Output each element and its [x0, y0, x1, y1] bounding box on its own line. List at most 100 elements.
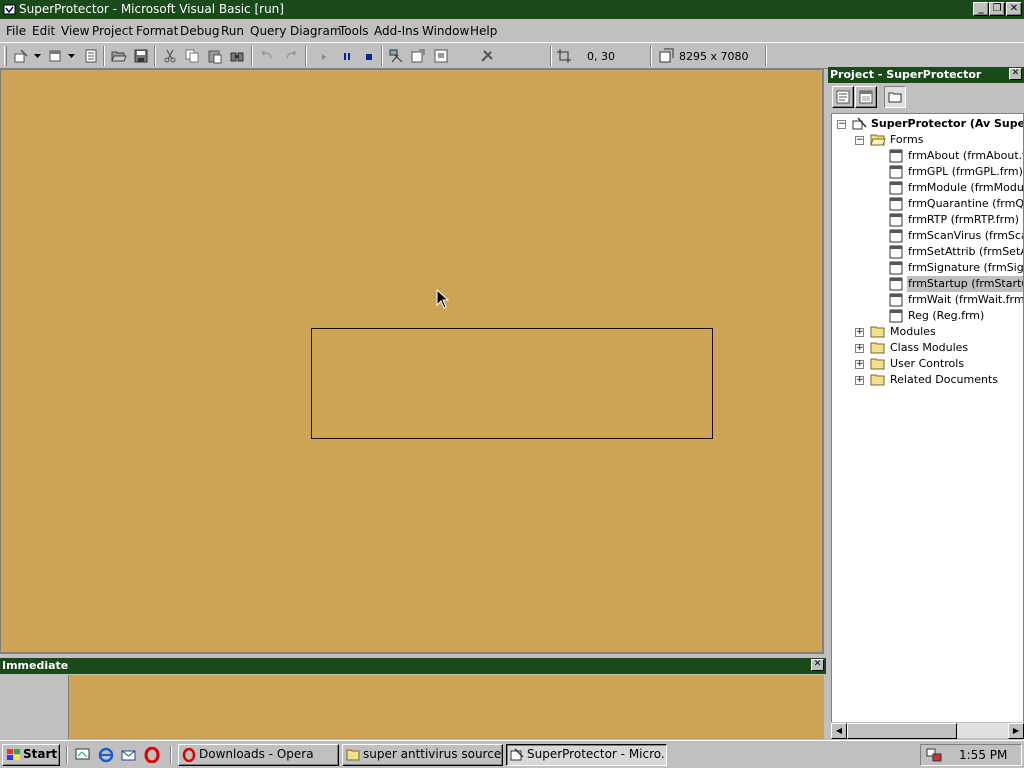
task-visual-basic[interactable]: SuperProtector - Micro... [506, 744, 667, 766]
form-icon [889, 165, 903, 179]
view-code-button[interactable] [832, 86, 854, 108]
chevron-down-icon[interactable] [32, 47, 42, 65]
menu-tools[interactable]: Tools [339, 24, 369, 38]
maximize-button[interactable]: ❐ [989, 2, 1005, 16]
clock[interactable]: 1:55 PM [959, 748, 1007, 762]
menu-bar: File Edit View Project Format Debug Run … [0, 21, 1024, 41]
form-label: frmModule (frmModule.f [908, 181, 1024, 194]
scroll-left-icon[interactable]: ◀ [831, 723, 847, 739]
horizontal-scrollbar[interactable]: ◀ ▶ [831, 722, 1024, 739]
menu-debug[interactable]: Debug [180, 24, 219, 38]
immediate-close-button[interactable]: ✕ [811, 659, 824, 671]
toolbar-separator [550, 46, 552, 66]
forms-folder-label: Forms [890, 133, 924, 146]
project-explorer-icon[interactable] [387, 47, 405, 65]
taskbar-separator [170, 746, 172, 764]
internet-explorer-icon[interactable] [98, 747, 114, 763]
form-label: frmWait (frmWait.frm) [908, 293, 1024, 306]
folder-label: Related Documents [890, 373, 998, 386]
menu-format[interactable]: Format [136, 24, 178, 38]
form-layout-icon[interactable] [432, 47, 450, 65]
menu-file[interactable]: File [6, 24, 26, 38]
view-object-icon [859, 90, 873, 104]
immediate-margin [0, 675, 69, 739]
project-close-button[interactable]: ✕ [1009, 68, 1022, 80]
start-button[interactable]: Start [2, 744, 60, 766]
form-icon [889, 293, 903, 307]
folder-icon [870, 326, 885, 338]
start-icon[interactable] [314, 47, 332, 65]
form-label: frmGPL (frmGPL.frm) [908, 165, 1023, 178]
undo-icon[interactable] [258, 47, 276, 65]
window-title: SuperProtector - Microsoft Visual Basic … [19, 2, 284, 16]
form-label: frmQuarantine (frmQua [908, 197, 1024, 210]
menu-editor-icon[interactable] [82, 47, 100, 65]
menu-help[interactable]: Help [470, 24, 497, 38]
copy-icon[interactable] [183, 47, 201, 65]
collapse-icon[interactable]: − [855, 136, 864, 145]
end-icon[interactable] [360, 47, 378, 65]
menu-add-ins[interactable]: Add-Ins [374, 24, 419, 38]
immediate-window-title[interactable]: Immediate ✕ [0, 658, 826, 674]
task-downloads-opera[interactable]: Downloads - Opera [178, 744, 339, 766]
expand-icon[interactable]: + [855, 360, 864, 369]
opera-icon[interactable] [144, 747, 160, 763]
close-button[interactable]: ✕ [1006, 2, 1022, 16]
form-icon [889, 229, 903, 243]
menu-edit[interactable]: Edit [32, 24, 55, 38]
chevron-down-icon[interactable] [66, 47, 76, 65]
folder-label: Modules [890, 325, 936, 338]
position-icon [555, 47, 573, 65]
toolbar-grip[interactable] [4, 46, 7, 66]
open-folder-icon [870, 134, 886, 146]
task-folder-source[interactable]: super anttivirus source... [342, 744, 503, 766]
project-tree[interactable]: − SuperProtector (Av Super P − Forms frm… [831, 113, 1024, 723]
size-icon [657, 47, 675, 65]
visual-basic-icon [3, 4, 16, 15]
open-project-icon[interactable] [110, 47, 128, 65]
scroll-right-icon[interactable]: ▶ [1008, 723, 1024, 739]
break-icon[interactable] [338, 47, 356, 65]
properties-window-icon[interactable] [409, 47, 427, 65]
find-icon[interactable] [228, 47, 246, 65]
project-explorer-title[interactable]: Project - SuperProtector ✕ [828, 67, 1024, 83]
add-project-icon[interactable] [12, 47, 30, 65]
scrollbar-thumb[interactable] [847, 723, 957, 739]
project-icon [852, 117, 867, 130]
toolbar-separator [305, 46, 307, 66]
save-project-icon[interactable] [132, 47, 150, 65]
form-label: frmRTP (frmRTP.frm) [908, 213, 1020, 226]
immediate-input[interactable] [69, 675, 824, 739]
folder-icon [346, 749, 360, 761]
redo-icon[interactable] [282, 47, 300, 65]
toggle-folders-button[interactable] [884, 86, 906, 108]
form-icon [889, 149, 903, 163]
expand-icon[interactable]: + [855, 328, 864, 337]
outlook-icon[interactable] [121, 747, 137, 763]
form-frame[interactable] [311, 328, 713, 439]
minimize-button[interactable]: _ [973, 2, 989, 16]
menu-window[interactable]: Window [422, 24, 469, 38]
cut-icon[interactable] [161, 47, 179, 65]
folder-label: User Controls [890, 357, 965, 370]
expand-icon[interactable]: + [855, 376, 864, 385]
form-label: frmAbout (frmAbout.frm [908, 149, 1023, 162]
title-bar[interactable]: SuperProtector - Microsoft Visual Basic … [0, 0, 1024, 19]
show-desktop-icon[interactable] [75, 747, 91, 763]
menu-query[interactable]: Query [250, 24, 286, 38]
menu-diagram[interactable]: Diagram [290, 24, 342, 38]
collapse-icon[interactable]: − [837, 120, 846, 129]
paste-icon[interactable] [206, 47, 224, 65]
menu-run[interactable]: Run [221, 24, 244, 38]
toolbox-icon[interactable] [478, 47, 496, 65]
position-readout: 0, 30 [587, 50, 615, 63]
menu-project[interactable]: Project [92, 24, 133, 38]
view-object-button[interactable] [855, 86, 877, 108]
task-label: super anttivirus source... [363, 747, 503, 761]
add-form-icon[interactable] [46, 47, 64, 65]
menu-view[interactable]: View [61, 24, 89, 38]
folder-icon [870, 358, 885, 370]
network-icon[interactable] [926, 748, 942, 763]
form-label: frmSignature (frmSignat [908, 261, 1024, 274]
expand-icon[interactable]: + [855, 344, 864, 353]
